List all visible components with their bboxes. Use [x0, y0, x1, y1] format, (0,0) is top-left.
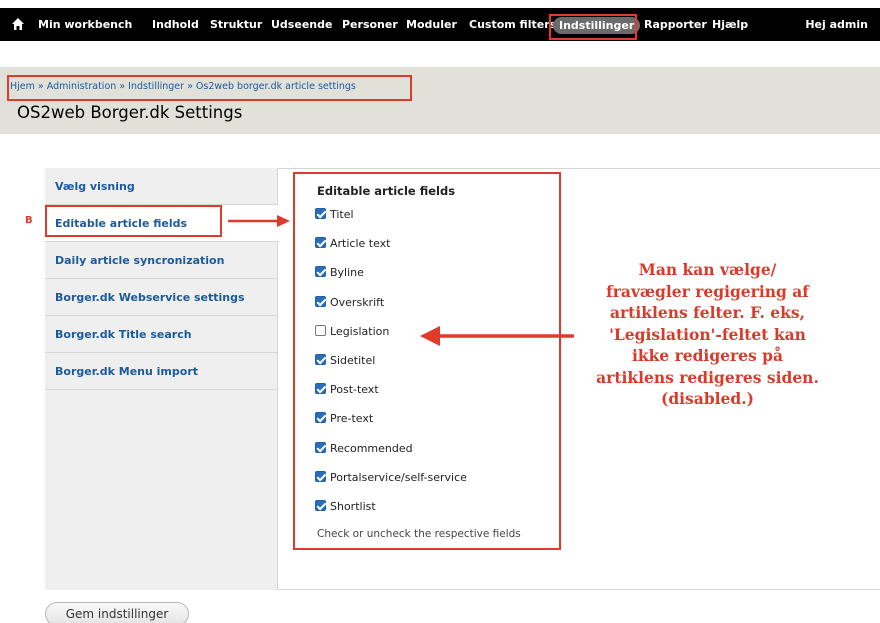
tab-daily-article-syncronization[interactable]: Daily article syncronization	[45, 242, 277, 279]
annotation-box-fieldset	[293, 172, 561, 550]
annotation-line: artiklens redigeres siden.	[596, 367, 819, 387]
toolbar-item-moduler[interactable]: Moduler	[406, 8, 457, 41]
annotation-note: Man kan vælge/ fravægler regigering af a…	[575, 259, 840, 410]
admin-toolbar: Min workbench Indhold Struktur Udseende …	[0, 8, 880, 41]
toolbar-item-struktur[interactable]: Struktur	[210, 8, 262, 41]
user-greeting[interactable]: Hej admin	[805, 8, 868, 41]
toolbar-item-rapporter[interactable]: Rapporter	[644, 8, 707, 41]
annotation-line: ikke redigeres på	[631, 346, 784, 365]
annotation-line: 'Legislation'-feltet kan	[609, 324, 806, 344]
page-title: OS2web Borger.dk Settings	[17, 103, 243, 122]
tab-vaelg-visning[interactable]: Vælg visning	[45, 168, 277, 205]
toolbar-item-custom-filters[interactable]: Custom filters	[469, 8, 556, 41]
tab-menu-import[interactable]: Borger.dk Menu import	[45, 353, 277, 390]
username: admin	[829, 18, 868, 31]
toolbar-item-personer[interactable]: Personer	[342, 8, 398, 41]
annotation-box-breadcrumb	[7, 75, 412, 101]
annotation-box-tab	[45, 205, 222, 237]
tab-title-search[interactable]: Borger.dk Title search	[45, 316, 277, 353]
tab-webservice-settings[interactable]: Borger.dk Webservice settings	[45, 279, 277, 316]
annotation-line: fravægler regigering af	[606, 281, 809, 301]
toolbar-item-udseende[interactable]: Udseende	[271, 8, 332, 41]
annotation-box-indstillinger	[549, 14, 637, 40]
toolbar-item-min-workbench[interactable]: Min workbench	[38, 8, 132, 41]
home-icon[interactable]	[10, 16, 26, 32]
annotation-line: artiklens felter. F. eks,	[609, 303, 806, 322]
toolbar-item-indhold[interactable]: Indhold	[152, 8, 199, 41]
toolbar-item-hjaelp[interactable]: Hjælp	[712, 8, 748, 41]
save-settings-button[interactable]: Gem indstillinger	[45, 602, 189, 623]
greeting-prefix: Hej	[805, 18, 826, 31]
annotation-line: (disabled.)	[661, 389, 754, 408]
annotation-marker-b: B	[25, 215, 33, 226]
annotation-line: Man kan vælge/	[638, 260, 777, 279]
